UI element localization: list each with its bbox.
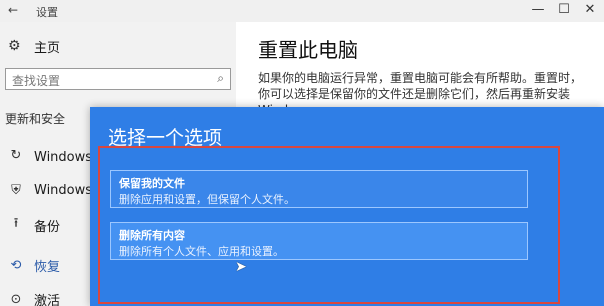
activation-icon: ⊙ — [10, 291, 22, 306]
minimize-button[interactable]: — — [530, 2, 546, 17]
title-bar: ← 设置 — ☐ ✕ — [0, 0, 604, 22]
page-title: 重置此电脑 — [258, 38, 358, 62]
reset-options-dialog: 选择一个选项 保留我的文件 删除应用和设置，但保留个人文件。 删除所有内容 删除… — [90, 107, 604, 306]
sync-icon: ↻ — [10, 147, 22, 163]
sidebar-item-label: 恢复 — [34, 259, 61, 275]
gear-icon: ⚙ — [8, 38, 21, 54]
option-title: 删除所有内容 — [119, 229, 185, 242]
section-label: 更新和安全 — [5, 112, 66, 126]
option-description: 删除所有个人文件、应用和设置。 — [119, 245, 284, 258]
shield-icon: ⛨ — [11, 182, 21, 198]
window-title: 设置 — [36, 6, 58, 19]
back-arrow-icon[interactable]: ← — [8, 3, 18, 17]
option-remove-everything-button[interactable]: 删除所有内容 删除所有个人文件、应用和设置。 — [110, 222, 528, 260]
restore-icon: ⟲ — [10, 257, 22, 273]
sidebar-item-label: 主页 — [34, 40, 61, 56]
mouse-pointer-icon: ➤ — [235, 259, 247, 275]
search-icon[interactable]: ⌕ — [217, 71, 224, 86]
option-keep-files-button[interactable]: 保留我的文件 删除应用和设置，但保留个人文件。 — [110, 170, 528, 208]
close-button[interactable]: ✕ — [582, 2, 598, 17]
sidebar-item-label: 备份 — [34, 219, 61, 235]
option-title: 保留我的文件 — [119, 177, 185, 190]
search-placeholder: 查找设置 — [12, 74, 61, 88]
sidebar-item-home[interactable]: ⚙ 主页 — [8, 36, 60, 56]
search-input[interactable]: 查找设置 ⌕ — [5, 68, 231, 90]
backup-icon: ⭱ — [13, 216, 19, 231]
maximize-button[interactable]: ☐ — [556, 2, 572, 17]
sidebar-item-label: 激活 — [34, 293, 61, 306]
option-description: 删除应用和设置，但保留个人文件。 — [119, 193, 295, 206]
